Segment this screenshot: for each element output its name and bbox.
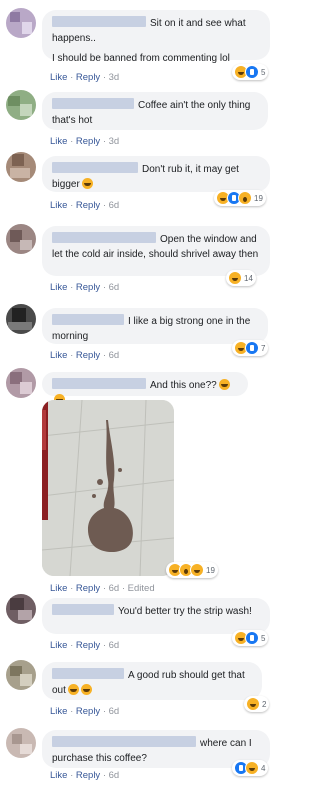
- reply-link[interactable]: Reply: [76, 350, 100, 361]
- comment-text: You'd better try the strip wash!: [118, 606, 252, 617]
- laughing-emoji-icon: [80, 684, 92, 695]
- comment-timestamp[interactable]: 6d: [109, 350, 120, 361]
- avatar[interactable]: [6, 8, 36, 38]
- comment-timestamp[interactable]: 3d: [109, 72, 120, 83]
- reaction-count: 19: [254, 193, 263, 203]
- comment-timestamp[interactable]: 6d: [109, 640, 120, 651]
- reaction-summary[interactable]: 4: [232, 760, 269, 776]
- comment-bubble: Don't rub it, it may get bigger: [42, 156, 270, 192]
- reply-link[interactable]: Reply: [76, 282, 100, 293]
- comment-actions: Like · Reply · 6d: [50, 770, 120, 781]
- reply-link[interactable]: Reply: [76, 583, 100, 594]
- comment-timestamp[interactable]: 6d: [109, 200, 120, 211]
- reaction-count: 5: [261, 633, 266, 643]
- comment-actions: Like · Reply · 6d: [50, 640, 120, 651]
- comment-actions: Like · Reply · 3d: [50, 72, 120, 83]
- commenter-name[interactable]: [52, 98, 134, 109]
- laughing-emoji-icon: [81, 178, 93, 189]
- like-link[interactable]: Like: [50, 200, 67, 211]
- like-link[interactable]: Like: [50, 706, 67, 717]
- comment-bubble: Coffee ain't the only thing that's hot: [42, 92, 268, 130]
- reaction-count: 2: [262, 699, 267, 709]
- like-link[interactable]: Like: [50, 72, 67, 83]
- comment-bubble: Sit on it and see what happens.. I shoul…: [42, 10, 270, 64]
- haha-icon: [246, 697, 260, 711]
- reply-link[interactable]: Reply: [76, 706, 100, 717]
- comment-timestamp[interactable]: 6d: [109, 770, 120, 781]
- reaction-summary[interactable]: 5: [232, 64, 269, 80]
- comment-bubble: You'd better try the strip wash!: [42, 598, 270, 634]
- reaction-summary[interactable]: 5: [232, 630, 269, 646]
- reaction-count: 14: [244, 273, 253, 283]
- avatar[interactable]: [6, 660, 36, 690]
- coffee-stain-image: [42, 400, 174, 576]
- reaction-count: 19: [206, 565, 215, 575]
- avatar[interactable]: [6, 152, 36, 182]
- comment-bubble: Open the window and let the cold air ins…: [42, 226, 270, 276]
- avatar[interactable]: [6, 368, 36, 398]
- commenter-name[interactable]: [52, 378, 146, 389]
- comment-text-line-2: I should be banned from commenting lol: [52, 53, 230, 64]
- commenter-name[interactable]: [52, 604, 114, 615]
- reaction-count: 7: [261, 343, 266, 353]
- like-icon: [245, 341, 259, 355]
- commenter-name[interactable]: [52, 668, 124, 679]
- edited-label[interactable]: Edited: [128, 583, 155, 594]
- comment-timestamp[interactable]: 3d: [109, 136, 120, 147]
- reply-link[interactable]: Reply: [76, 72, 100, 83]
- reaction-summary[interactable]: 2: [244, 696, 270, 712]
- avatar[interactable]: [6, 304, 36, 334]
- haha-icon: [245, 761, 259, 775]
- comment-actions: Like · Reply · 6d: [50, 282, 120, 293]
- comment-actions: Like · Reply · 3d: [50, 136, 120, 147]
- commenter-name[interactable]: [52, 232, 156, 243]
- comment-timestamp[interactable]: 6d: [109, 282, 120, 293]
- comment-timestamp[interactable]: 6d: [109, 706, 120, 717]
- comment-bubble: And this one??: [42, 372, 248, 405]
- comment-text: And this one??: [150, 380, 217, 391]
- reply-link[interactable]: Reply: [76, 136, 100, 147]
- commenter-name[interactable]: [52, 16, 146, 27]
- avatar[interactable]: [6, 594, 36, 624]
- comment-bubble: A good rub should get that out: [42, 662, 262, 700]
- like-link[interactable]: Like: [50, 282, 67, 293]
- comment-bubble: I like a big strong one in the morning: [42, 308, 268, 344]
- haha-icon: [190, 563, 204, 577]
- reaction-summary[interactable]: 7: [232, 340, 269, 356]
- commenter-name[interactable]: [52, 314, 124, 325]
- reaction-count: 5: [261, 67, 266, 77]
- comment-actions: Like · Reply · 6d: [50, 706, 120, 717]
- reply-link[interactable]: Reply: [76, 770, 100, 781]
- thinking-emoji-icon: [218, 379, 230, 390]
- reaction-count: 4: [261, 763, 266, 773]
- comment-timestamp[interactable]: 6d: [109, 583, 120, 594]
- commenter-name[interactable]: [52, 736, 196, 747]
- commenter-name[interactable]: [52, 162, 138, 173]
- avatar[interactable]: [6, 728, 36, 758]
- reaction-summary[interactable]: 19: [214, 190, 266, 206]
- avatar[interactable]: [6, 224, 36, 254]
- like-icon: [245, 65, 259, 79]
- reply-link[interactable]: Reply: [76, 200, 100, 211]
- comment-actions: Like · Reply · 6d: [50, 200, 120, 211]
- comment-actions: Like · Reply · 6d · Edited: [50, 583, 155, 594]
- like-link[interactable]: Like: [50, 640, 67, 651]
- comment-actions: Like · Reply · 6d: [50, 350, 120, 361]
- avatar[interactable]: [6, 90, 36, 120]
- like-link[interactable]: Like: [50, 350, 67, 361]
- wow-icon: [238, 191, 252, 205]
- reply-link[interactable]: Reply: [76, 640, 100, 651]
- like-link[interactable]: Like: [50, 136, 67, 147]
- reaction-summary[interactable]: 14: [226, 270, 256, 286]
- like-icon: [245, 631, 259, 645]
- haha-icon: [228, 271, 242, 285]
- comment-photo[interactable]: [42, 400, 174, 576]
- reaction-summary[interactable]: 19: [166, 562, 218, 578]
- like-link[interactable]: Like: [50, 583, 67, 594]
- like-link[interactable]: Like: [50, 770, 67, 781]
- grinning-emoji-icon: [67, 684, 79, 695]
